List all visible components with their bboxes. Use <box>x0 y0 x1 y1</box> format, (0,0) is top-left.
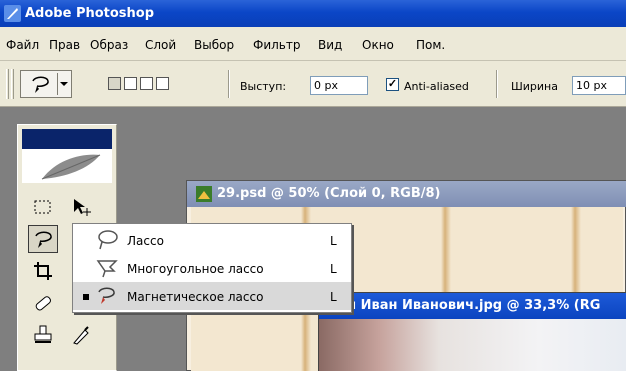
options-grip[interactable] <box>6 69 9 99</box>
add-to-selection-icon[interactable] <box>124 77 137 90</box>
marquee-tool-button[interactable] <box>28 193 58 221</box>
menu-view[interactable]: Вид <box>318 38 342 52</box>
menu-window[interactable]: Окно <box>362 38 394 52</box>
feather-label: Выступ: <box>240 80 287 93</box>
flyout-item-lasso[interactable]: Лассо L <box>73 226 351 254</box>
document-title: 29.psd @ 50% (Слой 0, RGB/8) <box>217 186 441 201</box>
marquee-icon <box>34 200 51 214</box>
subtract-from-selection-icon[interactable] <box>140 77 153 90</box>
document-title-2: й Иван Иванович.jpg @ 33,3% (RG <box>347 298 601 313</box>
options-grip-2[interactable] <box>11 69 14 99</box>
flyout-item-magnetic-lasso[interactable]: Магнетическое лассо L <box>73 282 351 310</box>
feather-graphic <box>41 154 101 180</box>
new-selection-icon[interactable] <box>108 77 121 90</box>
photoshop-feather-icon <box>4 5 21 22</box>
menu-help[interactable]: Пом. <box>416 38 445 52</box>
menu-bar: Файл Прав Образ Слой Выбор Фильтр Вид Ок… <box>0 27 626 61</box>
options-separator-2 <box>496 70 498 98</box>
tool-preset-picker[interactable] <box>20 70 72 98</box>
history-brush-icon <box>73 326 89 345</box>
feather-input[interactable]: 0 px <box>310 76 368 95</box>
healing-brush-tool-button[interactable] <box>28 289 58 317</box>
options-separator <box>228 70 230 98</box>
stamp-tool-button[interactable] <box>28 321 58 349</box>
history-brush-tool-button[interactable] <box>66 321 96 349</box>
title-bar: Adobe Photoshop <box>0 0 626 27</box>
move-icon <box>74 199 91 216</box>
flyout-item-shortcut: L <box>330 262 337 276</box>
magnetic-lasso-icon <box>32 76 49 93</box>
flyout-item-label: Лассо <box>127 234 164 248</box>
document-title-bar[interactable]: 29.psd @ 50% (Слой 0, RGB/8) <box>187 181 626 207</box>
menu-select[interactable]: Выбор <box>194 38 234 52</box>
lasso-icon <box>98 230 118 250</box>
magnetic-lasso-icon <box>98 287 115 304</box>
photoshop-feather-icon-large <box>22 149 112 183</box>
lasso-tool-flyout: Лассо L Многоугольное лассо L Магнетичес… <box>72 223 352 313</box>
options-bar: Выступ: 0 px ✓ Anti-aliased Ширина 10 px <box>0 61 626 107</box>
chevron-down-icon[interactable] <box>57 73 70 95</box>
crop-icon <box>34 262 52 280</box>
psd-file-icon <box>196 186 212 202</box>
flyout-item-shortcut: L <box>330 234 337 248</box>
flyout-item-label: Многоугольное лассо <box>127 262 264 276</box>
menu-edit[interactable]: Прав <box>49 38 80 52</box>
polygonal-lasso-icon <box>96 260 118 278</box>
lasso-tool-button[interactable] <box>28 225 58 253</box>
flyout-item-polygonal-lasso[interactable]: Многоугольное лассо L <box>73 254 351 282</box>
menu-filter[interactable]: Фильтр <box>253 38 300 52</box>
flyout-item-label: Магнетическое лассо <box>127 290 264 304</box>
toolbox-header[interactable] <box>22 129 112 149</box>
antialiased-label: Anti-aliased <box>404 80 469 93</box>
document-title-bar-active[interactable]: й Иван Иванович.jpg @ 33,3% (RG <box>319 293 626 319</box>
selected-bullet-icon <box>83 294 89 300</box>
document-canvas-2[interactable] <box>319 319 626 371</box>
move-tool-button[interactable] <box>66 193 96 221</box>
magnetic-lasso-icon <box>35 231 52 248</box>
document-window-2[interactable]: й Иван Иванович.jpg @ 33,3% (RG <box>318 292 626 371</box>
bandage-icon <box>35 296 51 311</box>
intersect-selection-icon[interactable] <box>156 77 169 90</box>
antialiased-checkbox[interactable]: ✓ <box>386 78 399 91</box>
crop-tool-button[interactable] <box>28 257 58 285</box>
flyout-item-shortcut: L <box>330 290 337 304</box>
width-label: Ширина <box>511 80 558 93</box>
menu-image[interactable]: Образ <box>90 38 128 52</box>
menu-layer[interactable]: Слой <box>145 38 176 52</box>
menu-file[interactable]: Файл <box>6 38 39 52</box>
width-input[interactable]: 10 px <box>572 76 626 95</box>
stamp-icon <box>34 325 52 343</box>
app-title: Adobe Photoshop <box>25 6 155 21</box>
